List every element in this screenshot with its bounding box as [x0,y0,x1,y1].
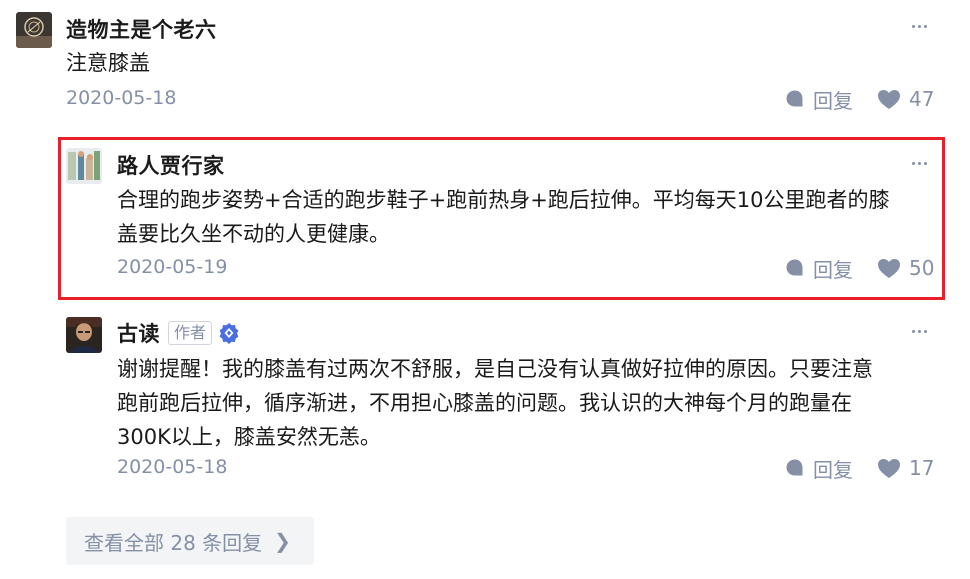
view-all-replies-button[interactable]: 查看全部 28 条回复 ❯ [66,517,314,565]
comment-actions: 回复 47 [785,85,934,113]
reply-button[interactable]: 回复 [785,254,853,283]
like-count: 17 [909,456,935,480]
avatar[interactable] [66,317,102,353]
like-button[interactable]: 47 [877,87,934,111]
comment-actions: 回复 17 [785,454,934,482]
more-icon[interactable] [907,18,931,34]
comment-bubble-icon [786,259,803,276]
like-button[interactable]: 17 [877,456,934,480]
heart-icon [878,89,900,109]
author-name[interactable]: 古读 [117,318,160,348]
reply-label: 回复 [813,88,853,113]
author-tag: 作者 [168,321,213,345]
comment-date: 2020-05-19 [117,256,228,278]
author-name[interactable]: 路人贾行家 [117,150,225,180]
like-count: 50 [909,256,935,280]
comment-bubble-icon [786,90,803,107]
heart-icon [878,258,900,278]
reply-button[interactable]: 回复 [785,85,853,114]
comment-content: 谢谢提醒！我的膝盖有过两次不舒服，是自己没有认真做好拉伸的原因。只要注意 跑前跑… [117,352,873,454]
heart-icon [878,458,900,478]
comment-line: 300K以上，膝盖安然无恙。 [117,425,381,449]
reply-button[interactable]: 回复 [785,454,853,483]
chevron-right-icon: ❯ [274,529,291,553]
more-icon[interactable] [907,155,931,171]
comment-content: 注意膝盖 [66,46,150,80]
comment-content: 合理的跑步姿势+合适的跑步鞋子+跑前热身+跑后拉伸。平均每天10公里跑者的膝 盖… [117,183,890,251]
comment-line: 注意膝盖 [66,51,150,75]
comment-date: 2020-05-18 [66,87,177,109]
comment-line: 跑前跑后拉伸，循序渐进，不用担心膝盖的问题。我认识的大神每个月的跑量在 [117,391,852,415]
view-all-label: 查看全部 28 条回复 [84,530,263,555]
avatar[interactable] [16,12,52,48]
reply-label: 回复 [813,257,853,282]
verified-badge-icon [219,323,239,344]
avatar[interactable] [66,148,102,184]
comment-line: 合理的跑步姿势+合适的跑步鞋子+跑前热身+跑后拉伸。平均每天10公里跑者的膝 [117,188,890,212]
comment-line: 盖要比久坐不动的人更健康。 [117,222,390,246]
comment-date: 2020-05-18 [117,456,228,478]
author-name[interactable]: 造物主是个老六 [66,14,217,44]
like-button[interactable]: 50 [877,256,934,280]
comment-line: 谢谢提醒！我的膝盖有过两次不舒服，是自己没有认真做好拉伸的原因。只要注意 [117,357,873,381]
more-icon[interactable] [907,323,931,339]
reply-label: 回复 [813,457,853,482]
comment-bubble-icon [786,459,803,476]
like-count: 47 [909,87,935,111]
comment-actions: 回复 50 [785,254,934,282]
